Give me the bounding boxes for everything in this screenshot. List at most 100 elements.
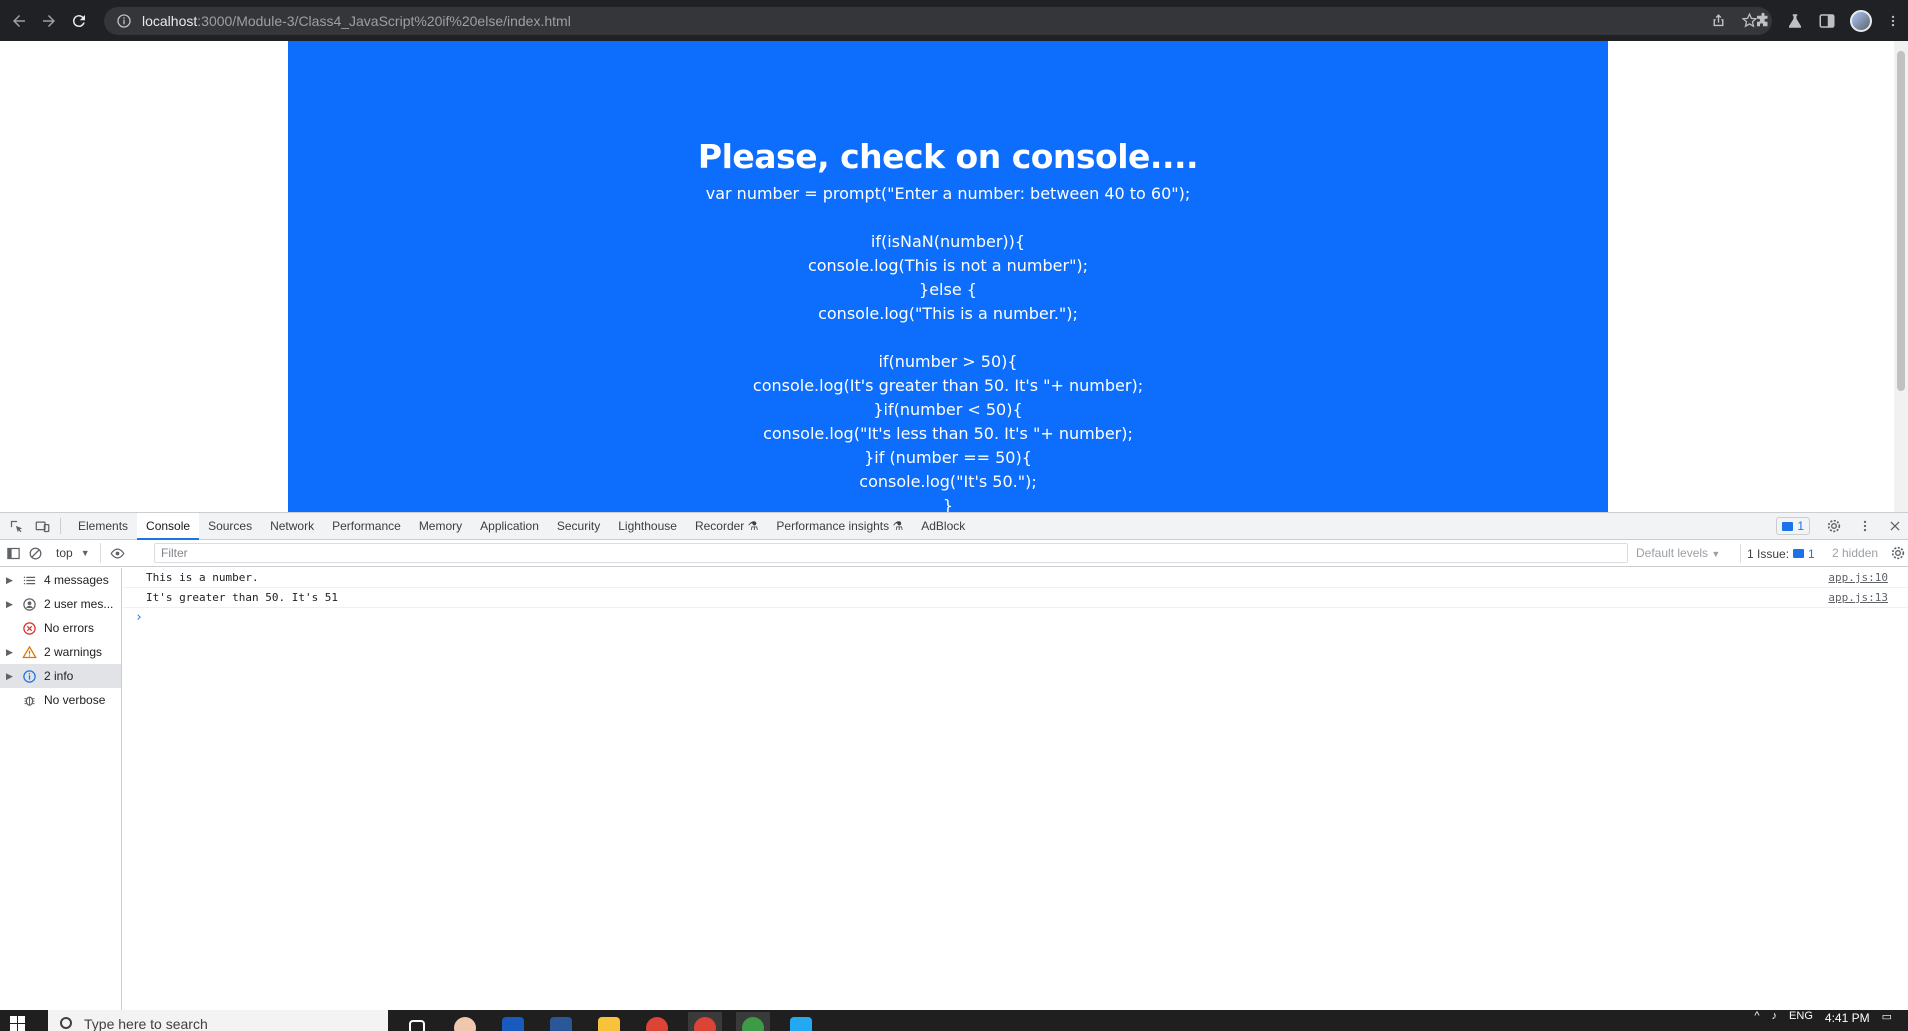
tab-recorder-label: Recorder: [694, 518, 745, 533]
sidebar-item-label: 2 warnings: [44, 645, 103, 659]
inspect-element-icon[interactable]: [6, 516, 26, 536]
sidebar-item-errors[interactable]: ▶ No errors: [0, 616, 121, 640]
scrollbar-thumb[interactable]: [1897, 51, 1905, 391]
context-select[interactable]: top ▼: [46, 543, 101, 563]
url-host: localhost: [142, 13, 198, 29]
system-tray: ^ ♪ ENG 4:41 PM ▭: [1754, 1010, 1892, 1025]
tab-recorder[interactable]: Recorder ⚗: [686, 513, 767, 540]
tab-sources[interactable]: Sources: [199, 513, 261, 540]
tab-performance[interactable]: Performance: [323, 513, 410, 540]
console-settings-gear-icon[interactable]: [1890, 545, 1906, 564]
tab-performance-insights[interactable]: Performance insights ⚗: [767, 513, 912, 540]
code-line: }: [942, 496, 954, 512]
console-output: This is a number. app.js:10 It's greater…: [123, 568, 1908, 1011]
sidebar-item-warnings[interactable]: ▶ 2 warnings: [0, 640, 121, 664]
sidebar-item-info[interactable]: ▶ 2 info: [0, 664, 121, 688]
chrome-canary-app-icon[interactable]: [736, 1012, 770, 1031]
tab-lighthouse[interactable]: Lighthouse: [609, 513, 686, 540]
log-levels-label: Default levels: [1636, 546, 1709, 560]
chrome-app-icon[interactable]: [640, 1012, 674, 1031]
prompt-chevron-icon: ›: [135, 610, 143, 625]
reload-button[interactable]: [64, 6, 94, 36]
taskbar-search-placeholder: Type here to search: [84, 1016, 208, 1031]
kebab-menu-icon[interactable]: [1886, 12, 1900, 30]
side-panel-icon[interactable]: [1818, 12, 1836, 30]
sidebar-item-label: 2 info: [44, 669, 74, 683]
log-levels-dropdown[interactable]: Default levels ▼: [1636, 540, 1720, 567]
sidebar-item-user-messages[interactable]: ▶ 2 user mes...: [0, 592, 121, 616]
console-prompt-input[interactable]: ›: [123, 608, 1908, 628]
profile-avatar[interactable]: [1850, 10, 1872, 32]
page-scrollbar[interactable]: [1894, 41, 1908, 512]
sidebar-item-messages[interactable]: ▶ 4 messages: [0, 568, 121, 592]
expand-triangle-icon[interactable]: ▶: [6, 575, 16, 586]
tray-chevron-icon[interactable]: ^: [1754, 1010, 1759, 1022]
dropdown-caret-icon: ▼: [80, 548, 90, 558]
tab-elements[interactable]: Elements: [69, 513, 137, 540]
volume-icon[interactable]: ♪: [1772, 1010, 1778, 1022]
sidebar-toggle-icon[interactable]: [2, 543, 24, 563]
share-icon[interactable]: [1710, 12, 1727, 29]
issues-count: 1: [1808, 546, 1815, 561]
extensions-icon[interactable]: [1754, 12, 1772, 30]
info-icon[interactable]: [116, 13, 132, 29]
task-view-icon[interactable]: [400, 1012, 434, 1031]
tab-security[interactable]: Security: [548, 513, 609, 540]
warning-icon: [20, 644, 38, 660]
tab-network[interactable]: Network: [261, 513, 323, 540]
gear-icon[interactable]: [1826, 518, 1842, 534]
sidebar-item-label: 4 messages: [44, 573, 109, 587]
console-toolbar: top ▼ Filter Default levels ▼ 1 Issue: 1 2…: [0, 540, 1908, 567]
issues-badge[interactable]: 1: [1776, 517, 1810, 535]
lab-flask-icon[interactable]: [1786, 12, 1804, 30]
console-message-source-link[interactable]: app.js:13: [1828, 591, 1888, 604]
eye-icon[interactable]: [107, 543, 129, 563]
clear-console-icon[interactable]: [24, 543, 46, 563]
tab-console[interactable]: Console: [137, 512, 200, 540]
kebab-menu-icon[interactable]: [1858, 519, 1872, 533]
issues-counter: 1: [1793, 545, 1815, 563]
console-message-source-link[interactable]: app.js:10: [1828, 571, 1888, 584]
tab-application[interactable]: Application: [471, 513, 548, 540]
device-toolbar-icon[interactable]: [32, 516, 52, 536]
windows-start-icon[interactable]: [10, 1016, 26, 1031]
tab-adblock[interactable]: AdBlock: [912, 513, 974, 540]
console-message-text: It's greater than 50. It's 51: [146, 591, 339, 604]
search-icon: [60, 1017, 72, 1029]
url-path: :3000/Module-3/Class4_JavaScript%20if%20…: [197, 13, 571, 29]
tab-performance-insights-label: Performance insights: [776, 518, 890, 533]
devtools-tab-bar: Elements Console Sources Network Perform…: [0, 512, 1908, 540]
close-icon[interactable]: [1888, 519, 1902, 533]
clock-time[interactable]: 4:41 PM: [1825, 1011, 1870, 1025]
word-app-icon[interactable]: [496, 1012, 530, 1031]
filter-input[interactable]: Filter: [154, 543, 1628, 563]
issues-button[interactable]: 1 Issue: 1: [1740, 544, 1815, 563]
context-value: top: [56, 546, 73, 560]
code-line: }if (number == 50){: [864, 448, 1032, 467]
arrow-left-icon: [13, 14, 25, 27]
tab-memory[interactable]: Memory: [410, 513, 471, 540]
document-app-icon[interactable]: [544, 1012, 578, 1031]
code-line: console.log(It's greater than 50. It's "…: [752, 376, 1144, 395]
sidebar-item-verbose[interactable]: ▶ No verbose: [0, 688, 121, 712]
expand-triangle-icon[interactable]: ▶: [6, 599, 16, 610]
console-body: ▶ 4 messages ▶ 2 user mes... ▶ No errors…: [0, 568, 1908, 1011]
sidebar-item-label: No errors: [44, 621, 95, 635]
file-explorer-icon[interactable]: [592, 1012, 626, 1031]
vscode-app-icon[interactable]: [784, 1012, 818, 1031]
chrome-active-app-icon[interactable]: [688, 1012, 722, 1031]
forward-button[interactable]: [34, 6, 64, 36]
browser-toolbar: localhost:3000/Module-3/Class4_JavaScrip…: [0, 0, 1908, 41]
console-sidebar: ▶ 4 messages ▶ 2 user mes... ▶ No errors…: [0, 568, 122, 1011]
back-button[interactable]: [4, 6, 34, 36]
taskbar-search-input[interactable]: Type here to search: [48, 1010, 388, 1031]
expand-triangle-icon[interactable]: ▶: [6, 647, 16, 658]
address-bar[interactable]: localhost:3000/Module-3/Class4_JavaScrip…: [104, 7, 1772, 35]
paint-app-icon[interactable]: [448, 1012, 482, 1031]
expand-triangle-icon[interactable]: ▶: [6, 671, 16, 682]
code-line: if(isNaN(number)){: [870, 232, 1026, 251]
code-line: var number = prompt("Enter a number: bet…: [705, 184, 1191, 203]
notification-icon[interactable]: ▭: [1882, 1010, 1892, 1023]
language-indicator[interactable]: ENG: [1789, 1010, 1813, 1022]
